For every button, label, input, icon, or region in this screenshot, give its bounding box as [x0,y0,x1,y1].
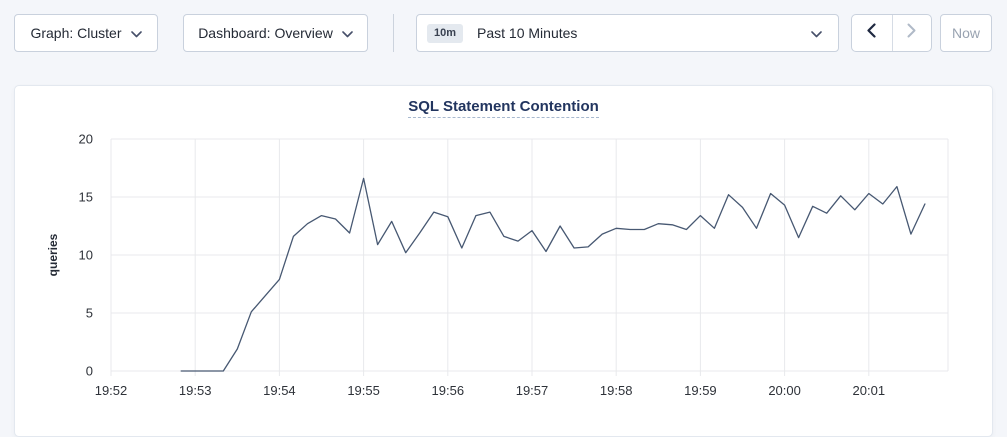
chevron-right-icon [907,23,916,43]
time-shift-forward-button[interactable] [892,15,932,51]
toolbar-divider [393,14,394,52]
svg-text:19:59: 19:59 [684,383,717,398]
svg-text:19:53: 19:53 [179,383,212,398]
svg-text:19:56: 19:56 [432,383,465,398]
svg-text:20:01: 20:01 [853,383,886,398]
now-button-label: Now [952,25,980,41]
svg-text:20: 20 [79,132,93,147]
chart-title-row: SQL Statement Contention [15,98,992,118]
svg-text:15: 15 [79,190,93,205]
chevron-down-icon [811,25,822,41]
svg-text:19:58: 19:58 [600,383,633,398]
svg-text:19:52: 19:52 [95,383,128,398]
svg-text:20:00: 20:00 [768,383,801,398]
graph-dropdown[interactable]: Graph: Cluster [14,14,158,52]
chart-title[interactable]: SQL Statement Contention [408,98,599,118]
svg-text:19:55: 19:55 [347,383,380,398]
graph-dropdown-label: Graph: Cluster [30,25,121,41]
now-button[interactable]: Now [940,14,992,52]
chevron-down-icon [131,25,142,41]
svg-text:19:57: 19:57 [516,383,549,398]
graph-toolbar: Graph: Cluster Dashboard: Overview 10m P… [0,0,1007,70]
time-range-badge: 10m [427,24,463,43]
time-range-label: Past 10 Minutes [477,25,797,41]
chevron-left-icon [867,23,876,43]
chevron-down-icon [342,25,353,41]
time-shift-back-button[interactable] [852,15,892,51]
svg-text:queries: queries [46,233,60,276]
svg-text:10: 10 [79,248,93,263]
time-range-picker[interactable]: 10m Past 10 Minutes [416,14,839,52]
line-chart[interactable]: 0 5 10 15 20 19:52 19:53 19:54 19:55 19:56 19:57 19… [15,86,994,434]
svg-text:19:54: 19:54 [263,383,296,398]
svg-text:0: 0 [86,364,93,379]
dashboard-dropdown-label: Dashboard: Overview [198,25,333,41]
dashboard-dropdown[interactable]: Dashboard: Overview [183,14,368,52]
svg-text:5: 5 [86,306,93,321]
time-shift-button-group [851,14,932,52]
chart-card: SQL Statement Contention 0 5 10 15 20 19:52 19… [14,85,993,437]
